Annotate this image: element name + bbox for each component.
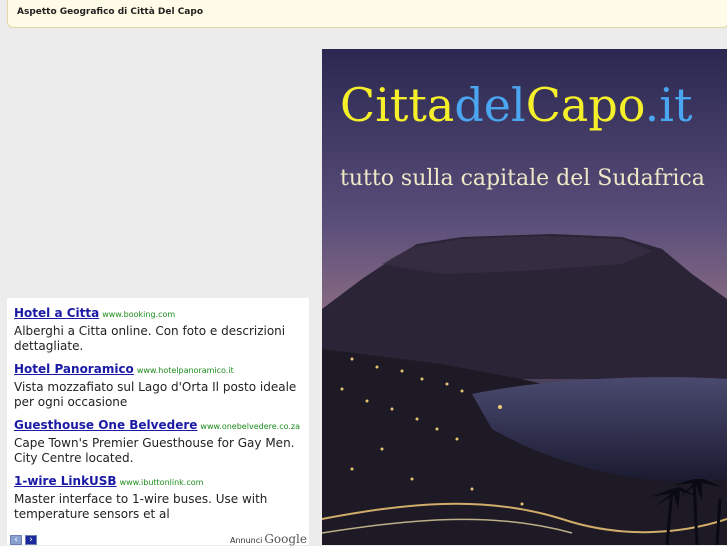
ad-title-link[interactable]: Hotel a Citta [14,306,99,320]
page-title: Aspetto Geografico di Città Del Capo [17,7,203,17]
ad-item: Hotel Panoramico www.hotelpanoramico.it V… [14,360,302,410]
next-arrow-icon[interactable]: › [25,535,37,545]
ads-by-google-link[interactable]: Annunci Google [230,532,307,546]
ad-description: Master interface to 1-wire buses. Use wi… [14,492,268,521]
ad-title-link[interactable]: Guesthouse One Belvedere [14,418,197,432]
ad-footer: ‹ › Annunci Google [7,532,309,546]
banner-image: CittadelCapo.it tutto sulla capitale del… [322,49,727,545]
prev-arrow-icon[interactable]: ‹ [10,535,22,545]
google-logo: Google [264,532,307,546]
ad-url[interactable]: www.booking.com [102,310,175,319]
ad-title-link[interactable]: Hotel Panoramico [14,362,134,376]
banner-tagline: tutto sulla capitale del Sudafrica [340,166,705,191]
banner-logo: CittadelCapo.it [340,78,693,132]
ads-label: Annunci [229,536,263,545]
ad-description: Cape Town's Premier Guesthouse for Gay M… [14,436,295,465]
logo-part-capo: Capo [526,78,645,132]
ad-item: 1-wire LinkUSB www.ibuttonlink.com Master… [14,472,302,522]
ad-item: Hotel a Citta www.booking.com Alberghi a … [14,304,302,354]
ad-url[interactable]: www.ibuttonlink.com [120,478,204,487]
ad-description: Vista mozzafiato sul Lago d'Orta Il post… [14,380,297,409]
ad-url[interactable]: www.onebelvedere.co.za [200,422,300,431]
ad-title-link[interactable]: 1-wire LinkUSB [14,474,117,488]
ad-url[interactable]: www.hotelpanoramico.it [137,366,234,375]
site-banner[interactable]: CittadelCapo.it tutto sulla capitale del… [322,49,727,545]
ad-description: Alberghi a Citta online. Con foto e desc… [14,324,286,353]
top-title-bar: Aspetto Geografico di Città Del Capo [7,0,727,28]
logo-part-del: del [454,78,525,132]
logo-part-it: .it [645,78,693,132]
ad-block: Hotel a Citta www.booking.com Alberghi a … [7,298,309,546]
ad-item: Guesthouse One Belvedere www.onebelvedere… [14,416,302,466]
logo-part-citta: Citta [340,78,454,132]
